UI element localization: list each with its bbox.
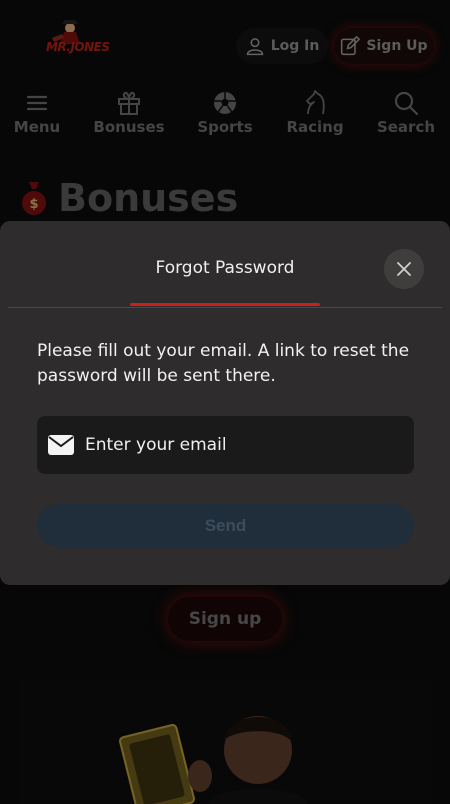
email-field[interactable]	[37, 416, 414, 474]
close-modal-button[interactable]	[384, 249, 424, 289]
email-input[interactable]	[85, 435, 385, 455]
modal-title-underline	[130, 303, 320, 306]
modal-title: Forgot Password	[155, 258, 295, 278]
modal-description: Please fill out your email. A link to re…	[37, 341, 410, 386]
send-button[interactable]: Send	[37, 504, 414, 547]
envelope-icon	[48, 435, 74, 455]
send-label: Send	[204, 515, 247, 535]
close-icon	[397, 262, 411, 276]
modal-divider	[8, 307, 442, 308]
